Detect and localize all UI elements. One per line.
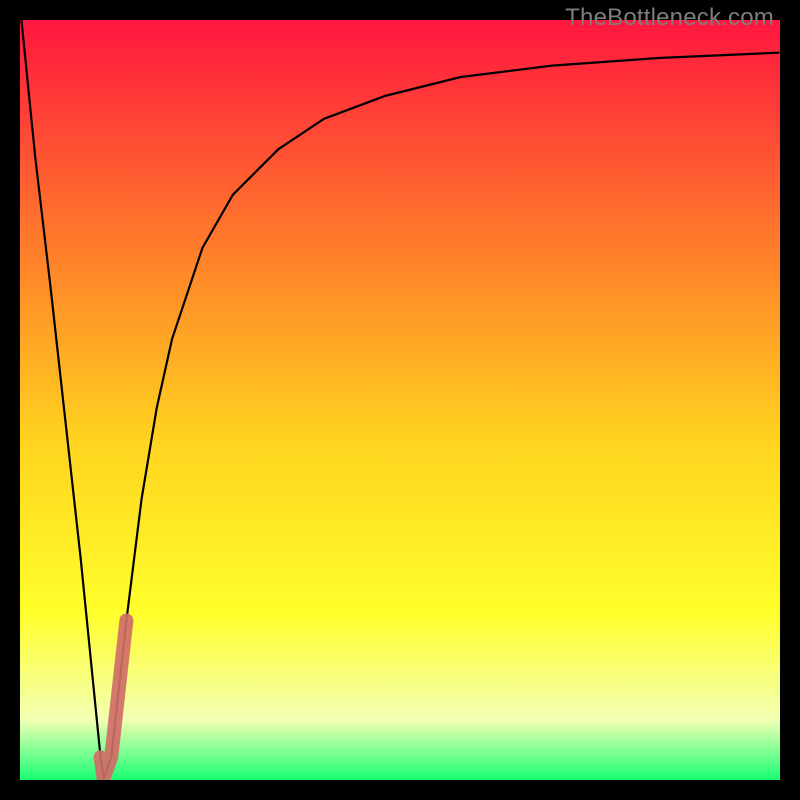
bottleneck-plot bbox=[20, 20, 780, 780]
chart-frame bbox=[20, 20, 780, 780]
gradient-background bbox=[20, 20, 780, 780]
watermark-text: TheBottleneck.com bbox=[565, 4, 774, 32]
